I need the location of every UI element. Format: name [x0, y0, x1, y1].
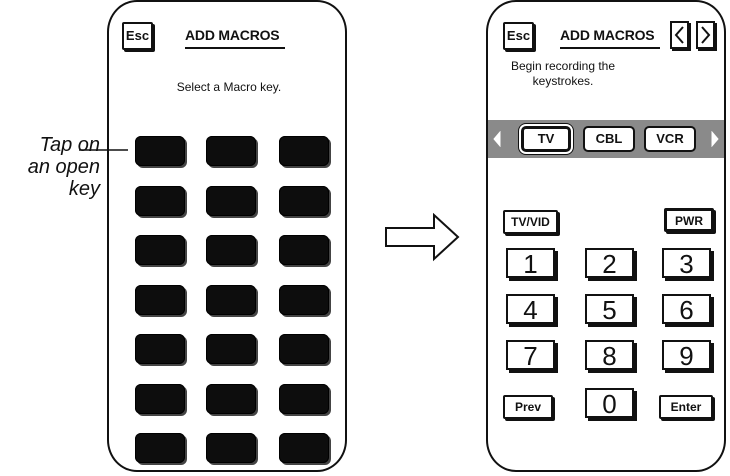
esc-button[interactable]: Esc — [503, 22, 534, 50]
next-page-button[interactable] — [696, 21, 715, 49]
digit-button[interactable]: 7 — [506, 340, 555, 370]
device-tab-cbl[interactable]: CBL — [583, 126, 635, 152]
digit-button[interactable]: 9 — [662, 340, 711, 370]
digit-button[interactable]: 3 — [662, 248, 711, 278]
digit-button[interactable]: 0 — [585, 388, 634, 418]
instruction-line: keystrokes. — [532, 74, 594, 88]
digit-button[interactable]: 1 — [506, 248, 555, 278]
digit-button[interactable]: 4 — [506, 294, 555, 324]
triangle-left-icon[interactable] — [492, 131, 502, 147]
device-tab-tv[interactable]: TV — [521, 126, 571, 152]
instruction-line: Begin recording the — [510, 59, 616, 73]
digit-button[interactable]: 8 — [585, 340, 634, 370]
enter-button[interactable]: Enter — [659, 395, 713, 419]
outline-arrow-right-icon — [385, 213, 460, 262]
chevron-right-icon — [701, 26, 711, 44]
title-underline — [560, 47, 660, 49]
chevron-left-icon — [674, 26, 684, 44]
tv-vid-button[interactable]: TV/VID — [503, 210, 558, 234]
screen-title: ADD MACROS — [560, 27, 655, 43]
triangle-right-icon[interactable] — [710, 131, 720, 147]
remote-right-screen: Esc ADD MACROS Begin recording the keyst… — [486, 0, 726, 472]
digit-button[interactable]: 2 — [585, 248, 634, 278]
device-selector-band: TV CBL VCR — [488, 120, 724, 158]
prev-button[interactable]: Prev — [503, 395, 553, 419]
instruction-text: Begin recording the keystrokes. — [488, 59, 638, 89]
digit-button[interactable]: 6 — [662, 294, 711, 324]
device-tab-vcr[interactable]: VCR — [644, 126, 696, 152]
power-button[interactable]: PWR — [664, 208, 714, 232]
previous-page-button[interactable] — [670, 21, 689, 49]
digit-button[interactable]: 5 — [585, 294, 634, 324]
